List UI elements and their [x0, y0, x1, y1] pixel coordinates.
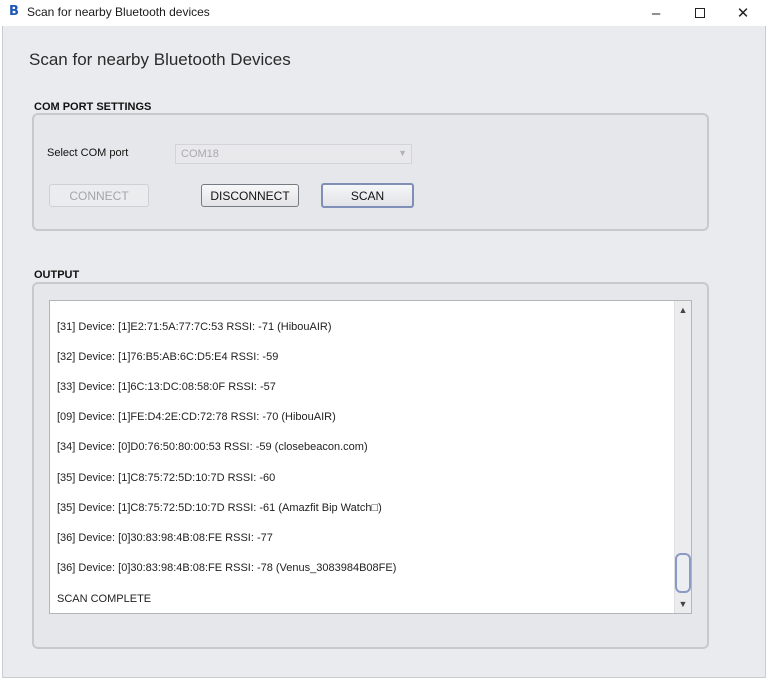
page-title: Scan for nearby Bluetooth Devices: [29, 50, 291, 69]
output-log[interactable]: [31] Device: [1]E2:71:5A:77:7C:53 RSSI: …: [49, 300, 692, 614]
maximize-button[interactable]: [677, 0, 723, 26]
output-line: [33] Device: [1]6C:13:DC:08:58:0F RSSI: …: [57, 381, 276, 393]
com-port-section-label: COM PORT SETTINGS: [34, 101, 152, 113]
chevron-down-icon: ▼: [398, 148, 407, 158]
output-line: [36] Device: [0]30:83:98:4B:08:FE RSSI: …: [57, 562, 397, 574]
scan-complete-line: SCAN COMPLETE: [57, 593, 152, 605]
arrow-up-icon[interactable]: ▲: [677, 303, 689, 317]
output-line: [32] Device: [1]76:B5:AB:6C:D5:E4 RSSI: …: [57, 351, 279, 363]
maximize-icon: [695, 8, 705, 18]
title-bar: B Scan for nearby Bluetooth devices – ✕: [0, 0, 768, 26]
output-line: [36] Device: [0]30:83:98:4B:08:FE RSSI: …: [57, 532, 273, 544]
output-section-label: OUTPUT: [34, 269, 80, 281]
com-port-settings-panel: [32, 113, 709, 231]
output-line: [35] Device: [1]C8:75:72:5D:10:7D RSSI: …: [57, 502, 382, 514]
com-port-select-label: Select COM port: [47, 147, 129, 159]
disconnect-button[interactable]: DISCONNECT: [201, 184, 299, 207]
connect-button[interactable]: CONNECT: [49, 184, 149, 207]
output-line: [35] Device: [1]C8:75:72:5D:10:7D RSSI: …: [57, 472, 276, 484]
output-line: [34] Device: [0]D0:76:50:80:00:53 RSSI: …: [57, 441, 368, 453]
arrow-down-icon[interactable]: ▼: [677, 597, 689, 611]
close-icon: ✕: [736, 5, 750, 22]
scrollbar-thumb[interactable]: [675, 553, 691, 593]
output-line: [09] Device: [1]FE:D4:2E:CD:72:78 RSSI: …: [57, 411, 336, 423]
com-port-select-value: COM18: [181, 148, 219, 160]
minimize-icon: –: [651, 4, 661, 22]
window-title: Scan for nearby Bluetooth devices: [27, 5, 210, 19]
output-line: [31] Device: [1]E2:71:5A:77:7C:53 RSSI: …: [57, 321, 332, 333]
window-body: Scan for nearby Bluetooth Devices COM PO…: [2, 26, 766, 678]
scan-button[interactable]: SCAN: [321, 183, 414, 208]
minimize-button[interactable]: –: [633, 0, 679, 26]
output-scrollbar[interactable]: ▲ ▼: [674, 301, 691, 613]
close-button[interactable]: ✕: [720, 0, 766, 26]
com-port-select[interactable]: COM18 ▼: [175, 144, 412, 164]
bluetooth-app-icon: B: [9, 4, 19, 19]
